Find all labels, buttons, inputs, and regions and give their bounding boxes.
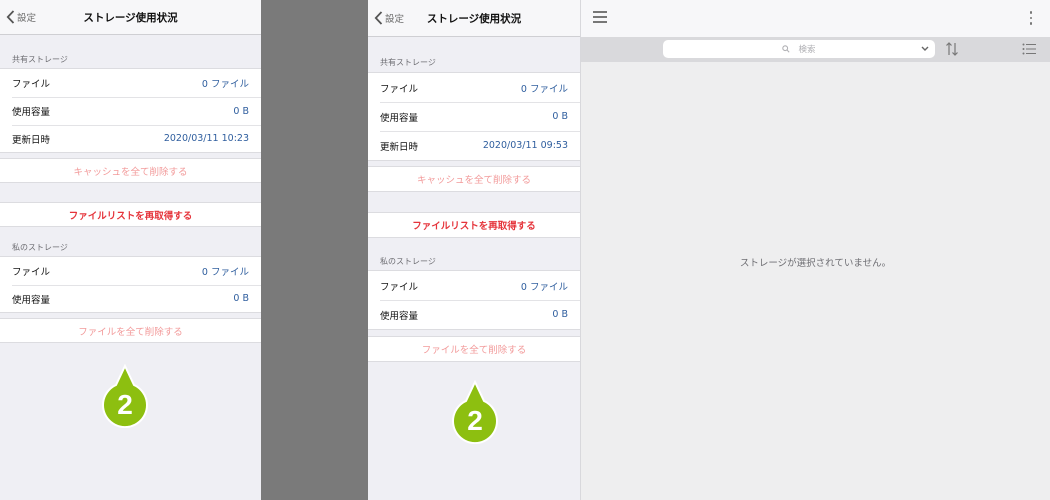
row-value: 0 B (552, 111, 568, 122)
hamburger-menu-icon[interactable] (593, 11, 607, 25)
badge-number: 2 (117, 389, 133, 420)
clear-cache-button[interactable]: キャッシュを全て削除する (0, 158, 261, 183)
row-label: ファイル (12, 79, 51, 90)
row-usage: 使用容量 0 B (0, 97, 261, 125)
private-storage-group: ファイル 0 ファイル 使用容量 0 B (368, 270, 580, 330)
file-browser-panel: 検索 ストレージが選択されていません。 (581, 0, 1050, 500)
shared-storage-header: 共有ストレージ (380, 58, 436, 67)
search-icon (782, 45, 791, 53)
row-label: 更新日時 (12, 134, 51, 146)
row-files: ファイル 0 ファイル (0, 257, 261, 285)
row-usage: 使用容量 0 B (368, 102, 580, 131)
private-storage-header: 私のストレージ (12, 243, 68, 252)
shared-storage-group: ファイル 0 ファイル 使用容量 0 B 更新日時 2020/03/11 10:23 (0, 68, 261, 153)
sort-icon[interactable] (945, 41, 959, 57)
empty-state-message: ストレージが選択されていません。 (739, 258, 892, 269)
row-usage: 使用容量 0 B (368, 300, 580, 329)
private-storage-header: 私のストレージ (380, 257, 436, 266)
delete-all-files-button[interactable]: ファイルを全て削除する (368, 336, 580, 362)
row-label: ファイル (12, 267, 51, 278)
row-value: 2020/03/11 10:23 (163, 133, 249, 144)
chevron-down-icon[interactable] (921, 45, 929, 52)
row-label: 使用容量 (12, 294, 51, 306)
gray-divider (261, 0, 368, 500)
row-label: ファイル (380, 83, 419, 95)
row-updated: 更新日時 2020/03/11 10:23 (0, 125, 261, 152)
badge-number: 2 (467, 405, 483, 436)
navigation-bar: 設定 ストレージ使用状況 (368, 0, 580, 37)
list-view-icon[interactable] (1022, 43, 1036, 55)
row-label: 更新日時 (380, 141, 419, 153)
row-value: 0 ファイル (520, 281, 568, 293)
row-label: 使用容量 (380, 112, 419, 124)
row-value: 0 B (552, 309, 568, 320)
row-value: 0 ファイル (201, 79, 249, 90)
row-files: ファイル 0 ファイル (368, 271, 580, 300)
clear-cache-button[interactable]: キャッシュを全て削除する (368, 166, 580, 192)
row-value: 0 B (233, 105, 249, 117)
storage-usage-screen-left: 設定 ストレージ使用状況 共有ストレージ ファイル 0 ファイル 使用容量 0 B … (0, 0, 261, 500)
page-title: ストレージ使用状況 (83, 11, 178, 24)
navigation-bar: 設定 ストレージ使用状況 (0, 0, 261, 35)
row-updated: 更新日時 2020/03/11 09:53 (368, 131, 580, 160)
refetch-file-list-button[interactable]: ファイルリストを再取得する (0, 202, 261, 227)
search-placeholder: 検索 (798, 45, 816, 55)
row-files: ファイル 0 ファイル (368, 73, 580, 102)
row-value: 2020/03/11 09:53 (482, 140, 568, 151)
delete-all-files-button[interactable]: ファイルを全て削除する (0, 318, 261, 343)
top-bar (581, 0, 1050, 37)
page-title: ストレージ使用状況 (426, 12, 522, 25)
row-usage: 使用容量 0 B (0, 285, 261, 312)
row-label: ファイル (380, 281, 419, 293)
row-value: 0 ファイル (201, 267, 249, 278)
refetch-file-list-button[interactable]: ファイルリストを再取得する (368, 212, 580, 238)
row-value: 0 B (233, 293, 249, 304)
row-files: ファイル 0 ファイル (0, 69, 261, 97)
storage-usage-screen-middle: 設定 ストレージ使用状況 共有ストレージ ファイル 0 ファイル 使用容量 0 B … (368, 0, 581, 500)
search-input[interactable]: 検索 (663, 40, 935, 58)
callout-badge-icon: 2 (102, 364, 148, 428)
shared-storage-header: 共有ストレージ (12, 55, 68, 64)
row-value: 0 ファイル (520, 83, 568, 95)
shared-storage-group: ファイル 0 ファイル 使用容量 0 B 更新日時 2020/03/11 09:53 (368, 72, 580, 161)
row-label: 使用容量 (12, 107, 51, 118)
row-label: 使用容量 (380, 310, 419, 322)
callout-badge-icon: 2 (452, 380, 498, 444)
private-storage-group: ファイル 0 ファイル 使用容量 0 B (0, 256, 261, 313)
search-toolbar: 検索 (581, 37, 1050, 62)
more-vertical-icon[interactable] (1028, 11, 1034, 27)
